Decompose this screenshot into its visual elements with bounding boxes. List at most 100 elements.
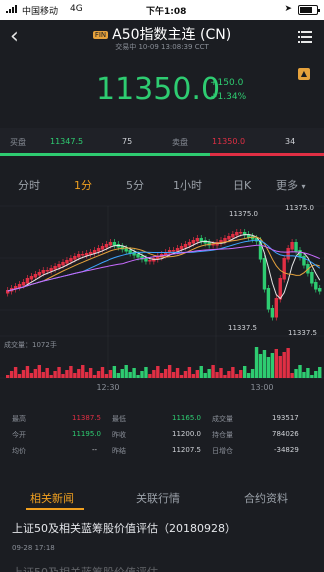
- candle-body: [100, 246, 105, 250]
- volume-bar: [148, 374, 152, 378]
- stats-grid: 最高 11387.5 最低 11165.0 成交量 193517 今开 1119…: [0, 408, 324, 458]
- stat-avg-label: 均价: [12, 447, 26, 455]
- volume-bar: [298, 365, 302, 378]
- candle-body: [294, 242, 298, 252]
- ask-label: 卖盘: [172, 138, 188, 147]
- volume-bar: [88, 368, 93, 378]
- volume-bar: [100, 367, 105, 378]
- location-icon: ➤: [284, 4, 292, 14]
- candle-body: [53, 266, 57, 270]
- volume-bar: [81, 365, 85, 378]
- volume-bar: [314, 371, 318, 378]
- candle-body: [239, 232, 243, 234]
- volume-bar: [33, 369, 38, 378]
- volume-bar: [104, 374, 109, 378]
- clock: 下午1:08: [146, 7, 187, 17]
- tab-contract-info[interactable]: 合约资料: [244, 490, 288, 506]
- volume-bar: [112, 366, 117, 378]
- volume-bar: [25, 366, 30, 378]
- stat-low-label: 最低: [112, 415, 126, 423]
- chevron-down-icon: ▾: [301, 182, 306, 191]
- bid-label: 买盘: [10, 138, 26, 147]
- volume-bar: [108, 370, 113, 378]
- tab-fenshi[interactable]: 分时: [18, 177, 40, 193]
- last-price: 11350.0: [96, 72, 221, 107]
- candle-body: [282, 258, 286, 280]
- volume-bar: [302, 372, 306, 378]
- news-item-title-next[interactable]: 上证50及相关蓝筹股价值评估: [12, 564, 158, 572]
- change-value: +150.0: [210, 78, 244, 88]
- volume-bar: [203, 373, 207, 378]
- period-tabs: 分时 1分 5分 1小时 日K 更多 ▾: [0, 168, 324, 198]
- volume-bar: [306, 368, 310, 378]
- volume-bar: [167, 365, 172, 378]
- candle-body: [17, 284, 22, 288]
- volume-bar: [17, 374, 22, 378]
- volume-bar: [183, 371, 188, 378]
- volume-bar: [53, 371, 57, 378]
- volume-bar: [231, 367, 235, 378]
- tab-5min[interactable]: 5分: [126, 177, 144, 193]
- candle-body: [231, 234, 235, 238]
- candles: [6, 229, 322, 321]
- volume-bar: [310, 375, 314, 378]
- stat-prev-label: 昨收: [112, 431, 126, 439]
- candle-body: [235, 232, 239, 236]
- candle-body: [33, 274, 38, 278]
- stat-settle-value: 11207.5: [172, 446, 201, 454]
- status-bar: 中国移动 4G 下午1:08 ➤: [0, 0, 324, 20]
- bid-price: 11347.5: [50, 137, 84, 146]
- change-percent: +1.34%: [210, 92, 247, 102]
- tab-1hour[interactable]: 1小时: [173, 177, 202, 193]
- volume-bar: [164, 369, 168, 378]
- candle-body: [29, 276, 34, 280]
- tab-related-quotes[interactable]: 关联行情: [136, 490, 180, 506]
- candle-body: [45, 270, 49, 272]
- instrument-tag: FIN: [92, 31, 109, 39]
- stat-settle-label: 昨结: [112, 447, 126, 455]
- volume-bars: [6, 347, 322, 378]
- ask-strength-bar: [210, 153, 324, 156]
- candle-body: [270, 308, 275, 318]
- candle-body: [318, 288, 322, 292]
- time-tick-1300: 13:00: [250, 383, 273, 392]
- candle-body: [266, 288, 271, 310]
- volume-bar: [144, 367, 148, 378]
- chart-low-label-2: 11337.5: [288, 329, 317, 337]
- signal-icon: [6, 5, 17, 13]
- volume-bar: [175, 368, 180, 378]
- volume-bar: [77, 369, 81, 378]
- candle-body: [167, 250, 172, 254]
- candle-body: [81, 254, 85, 256]
- tab-more[interactable]: 更多 ▾: [276, 177, 306, 193]
- candle-body: [25, 278, 30, 284]
- stat-daychg-value: -34829: [274, 446, 299, 454]
- time-tick-1230: 12:30: [96, 383, 119, 392]
- tab-1min[interactable]: 1分: [74, 177, 92, 193]
- tab-related-news[interactable]: 相关新闻: [30, 490, 74, 506]
- candle-body: [65, 260, 69, 264]
- stat-open-value: 11195.0: [72, 430, 101, 438]
- bid-qty: 75: [122, 137, 133, 146]
- alert-icon[interactable]: ▲: [298, 68, 310, 80]
- volume-bar: [318, 367, 322, 378]
- news-tabs: 相关新闻 关联行情 合约资料: [0, 484, 324, 510]
- volume-label: 成交量：1072手: [4, 340, 57, 349]
- volume-bar: [41, 372, 45, 378]
- kline-chart[interactable]: 11375.0 11375.0 11337.5 11337.5 成交量：1072…: [0, 198, 324, 406]
- tab-daily-k[interactable]: 日K: [233, 177, 251, 193]
- volume-bar: [96, 371, 101, 378]
- candle-body: [96, 248, 101, 252]
- volume-bar: [152, 370, 156, 378]
- candle-body: [199, 238, 203, 242]
- candle-body: [108, 242, 113, 246]
- menu-icon[interactable]: [298, 30, 312, 44]
- candle-body: [112, 242, 117, 246]
- stat-prev-value: 11200.0: [172, 430, 201, 438]
- news-item-time: 09-28 17:18: [12, 544, 55, 552]
- volume-bar: [243, 366, 247, 378]
- tab-more-label: 更多: [276, 179, 298, 192]
- stat-avg-value: --: [92, 446, 98, 454]
- news-item-title[interactable]: 上证50及相关蓝筹股价值评估（20180928）: [12, 520, 236, 536]
- volume-bar: [219, 368, 223, 378]
